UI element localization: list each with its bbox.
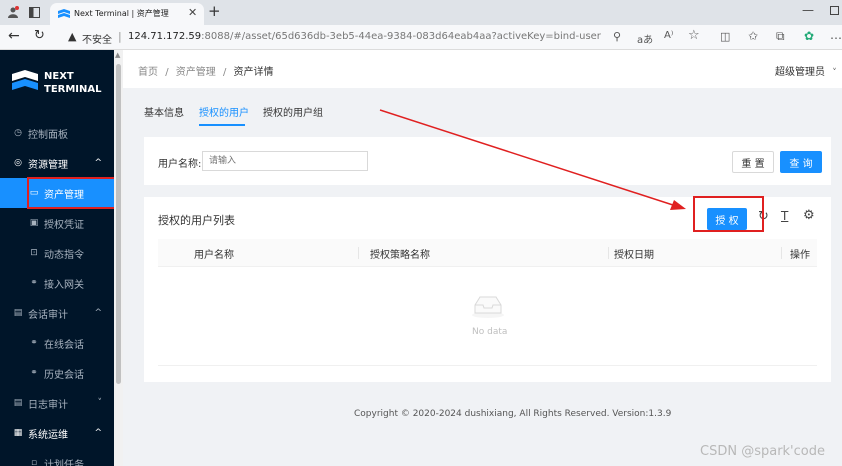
annotation-arrow bbox=[379, 109, 686, 210]
footer-copyright: Copyright © 2020-2024 dushixiang, All Ri… bbox=[354, 409, 672, 419]
watermark: CSDN @spark'code bbox=[700, 444, 825, 459]
